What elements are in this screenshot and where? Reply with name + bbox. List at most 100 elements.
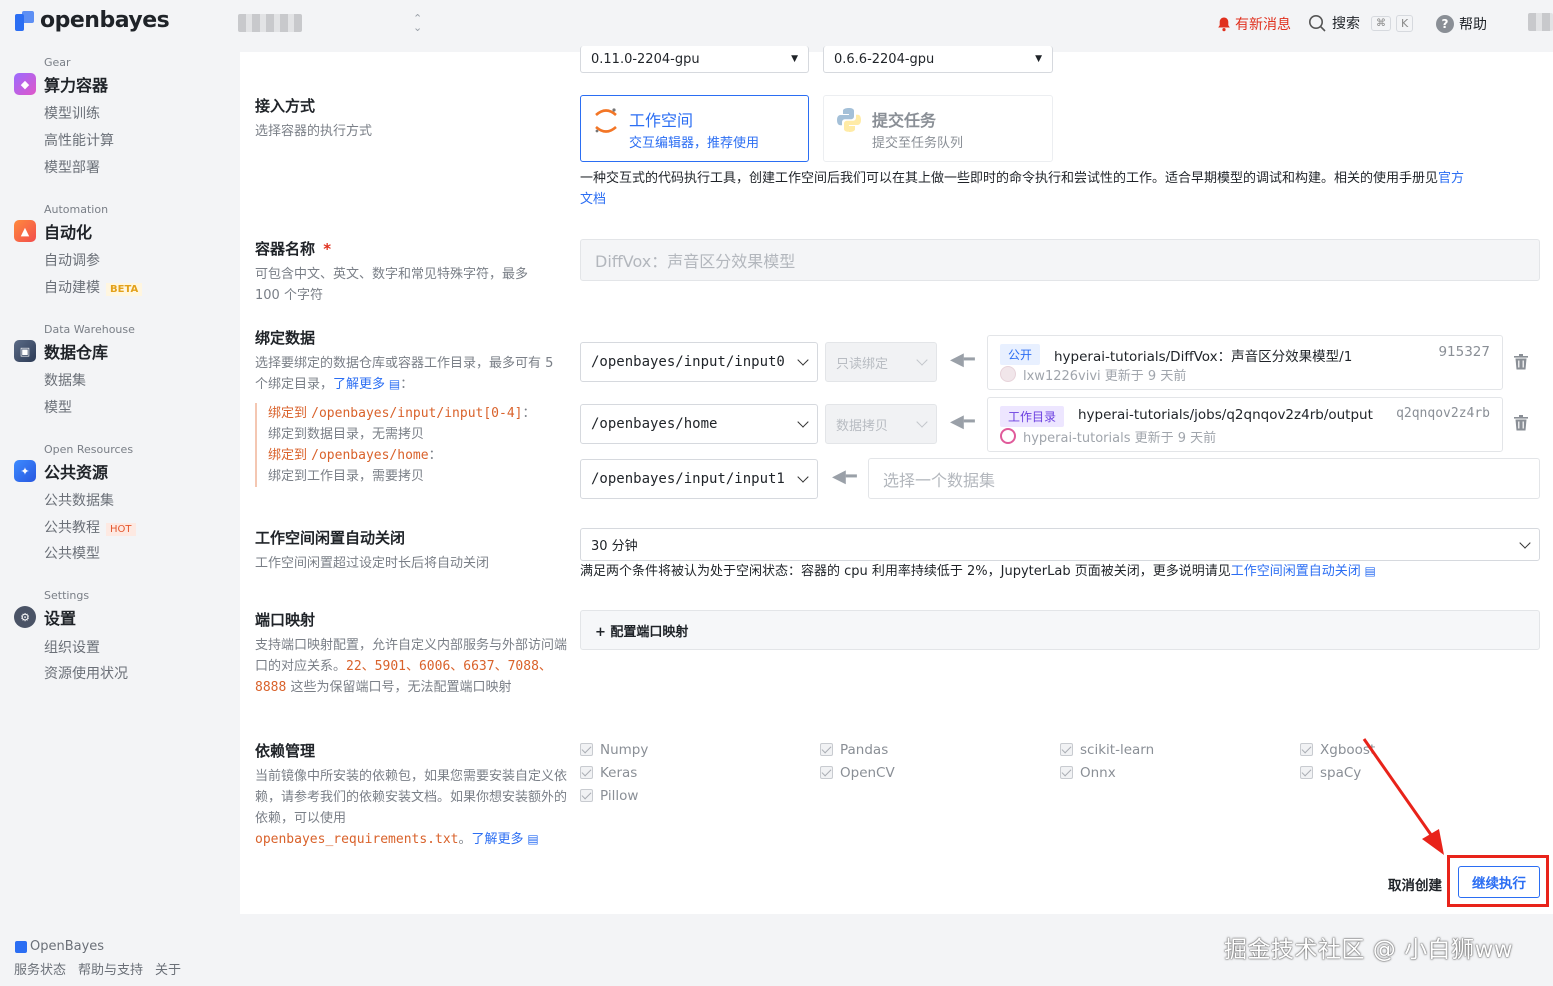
output-id: q2qnqov2z4rb	[1396, 406, 1490, 421]
bind-path-select-2[interactable]: /openbayes/home	[580, 404, 818, 444]
footer-link-about[interactable]: 关于	[155, 959, 181, 978]
bind-mode-select-2[interactable]: 数据拷贝	[825, 404, 937, 444]
jupyter-icon	[595, 108, 617, 133]
arrow-left-icon: ◀━	[832, 466, 857, 487]
search-trigger[interactable]: 搜索 ⌘ K	[1308, 13, 1414, 33]
sidebar-group-gear[interactable]: ◆ 算力容器	[14, 72, 108, 96]
user-avatar-redacted[interactable]	[1528, 13, 1553, 31]
docs-link[interactable]: 官方	[1438, 171, 1464, 186]
hint-path-home: /openbayes/home	[311, 448, 429, 463]
bind-path-select-3[interactable]: /openbayes/input/input1	[580, 459, 818, 499]
arrow-left-icon: ◀━	[950, 411, 975, 432]
idle-title: 工作空间闲置自动关闭	[255, 529, 406, 547]
dep-keras: Keras	[580, 765, 637, 781]
container-name-input[interactable]: DiffVox：声音区分效果模型	[580, 239, 1540, 281]
dataset-name: hyperai-tutorials/DiffVox：声音区分效果模型/1	[1054, 349, 1353, 365]
dataset-id: 915327	[1438, 344, 1490, 360]
caret-down-icon: ▼	[791, 54, 798, 64]
annotation-arrow-icon	[1362, 738, 1444, 855]
trash-icon[interactable]	[1514, 415, 1528, 431]
caret-down-icon: ▼	[1035, 54, 1042, 64]
help-link[interactable]: ? 帮助	[1436, 14, 1487, 34]
idle-desc: 工作空间闲置超过设定时长后将自动关闭	[255, 556, 490, 571]
sidebar-item-public-tutorials[interactable]: 公共教程 HOT	[44, 517, 136, 537]
sidebar-item-automl-label: 自动建模	[44, 280, 100, 296]
sidebar-item-usage[interactable]: 资源使用状况	[44, 663, 128, 683]
sidebar-item-datasets[interactable]: 数据集	[44, 370, 86, 390]
idle-timeout-select[interactable]: 30 分钟	[580, 528, 1540, 561]
dep-numpy: Numpy	[580, 742, 648, 758]
footer-links: 服务状态 帮助与支持 关于	[14, 959, 181, 978]
workspace-option[interactable]: 工作空间 交互编辑器，推荐使用	[580, 95, 809, 162]
continue-button[interactable]: 继续执行	[1458, 866, 1540, 898]
sidebar-caption-warehouse: Data Warehouse	[44, 323, 135, 336]
checkbox-checked-icon	[1300, 743, 1313, 756]
sidebar-caption-automation: Automation	[44, 203, 109, 216]
avatar	[1000, 428, 1016, 444]
openbayes-logo-icon	[14, 10, 36, 32]
org-name-redacted[interactable]	[238, 14, 302, 32]
output-name: hyperai-tutorials/jobs/q2qnqov2z4rb/outp…	[1078, 407, 1373, 423]
deps-learn-more-link[interactable]: 了解更多	[472, 832, 524, 847]
workdir-badge: 工作目录	[1000, 406, 1065, 427]
chevron-down-icon	[916, 354, 928, 366]
footer-link-help[interactable]: 帮助与支持	[78, 959, 143, 978]
checkbox-checked-icon	[580, 743, 593, 756]
docs-link-cont[interactable]: 文档	[580, 192, 606, 207]
bind-mode-select-1[interactable]: 只读绑定	[825, 342, 937, 382]
dataset-card-2[interactable]: 工作目录 hyperai-tutorials/jobs/q2qnqov2z4rb…	[987, 397, 1503, 452]
public-badge: 公开	[1000, 344, 1041, 365]
sidebar-item-models[interactable]: 模型	[44, 397, 72, 417]
sidebar-group-open[interactable]: ✦ 公共资源	[14, 459, 108, 483]
sidebar-item-org-settings[interactable]: 组织设置	[44, 637, 100, 657]
task-option[interactable]: 提交任务 提交至任务队列	[823, 95, 1053, 162]
top-bar: openbayes ⌃ ⌄ 有新消息 搜索 ⌘ K ? 帮助	[0, 0, 1553, 52]
trash-icon[interactable]	[1514, 354, 1528, 370]
python-icon	[837, 108, 861, 132]
image-select-1[interactable]: 0.11.0-2204-gpu ▼	[580, 46, 809, 73]
footer-link-status[interactable]: 服务状态	[14, 959, 66, 978]
dataset-picker-input[interactable]: 选择一个数据集	[868, 458, 1540, 499]
workspace-option-title: 工作空间	[629, 111, 694, 130]
sidebar-item-autotune[interactable]: 自动调参	[44, 250, 100, 270]
checkbox-checked-icon	[1060, 766, 1073, 779]
sidebar-item-training[interactable]: 模型训练	[44, 103, 100, 123]
sidebar-group-automation[interactable]: ▲ 自动化	[14, 219, 92, 243]
sidebar-item-hpc[interactable]: 高性能计算	[44, 130, 114, 150]
bind-learn-more-link[interactable]: 了解更多	[333, 377, 385, 392]
sidebar-item-public-models[interactable]: 公共模型	[44, 543, 100, 563]
ports-desc: 支持端口映射配置，允许自定义内部服务与外部访问端口的对应关系。22、5901、6…	[255, 638, 568, 695]
dep-onnx: Onnx	[1060, 765, 1116, 781]
hint-path-input: /openbayes/input/input[0-4]	[311, 406, 523, 421]
chevron-down-icon	[797, 354, 809, 366]
kbd-cmd: ⌘	[1371, 15, 1391, 31]
cancel-create-button[interactable]: 取消创建	[1388, 874, 1442, 894]
access-desc: 选择容器的执行方式	[255, 124, 373, 139]
container-name-title: 容器名称 *	[255, 240, 332, 258]
openbayes-logo[interactable]: openbayes	[14, 8, 170, 33]
dataset-owner: lxw1226vivi 更新于 9 天前	[1023, 369, 1187, 384]
requirements-file: openbayes_requirements.txt	[255, 832, 459, 847]
warehouse-icon: ▣	[14, 340, 36, 362]
sidebar-group-settings[interactable]: ⚙ 设置	[14, 605, 76, 629]
configure-ports-button[interactable]: + 配置端口映射	[580, 610, 1540, 650]
image-select-2[interactable]: 0.6.6-2204-gpu ▼	[823, 46, 1053, 73]
idle-docs-link[interactable]: 工作空间闲置自动关闭	[1231, 564, 1361, 579]
notice-link[interactable]: 有新消息	[1216, 14, 1291, 34]
dataset-card-1[interactable]: 公开 hyperai-tutorials/DiffVox：声音区分效果模型/1 …	[987, 335, 1503, 390]
sidebar-group-warehouse[interactable]: ▣ 数据仓库	[14, 339, 108, 363]
sidebar-item-deploy[interactable]: 模型部署	[44, 157, 100, 177]
checkbox-checked-icon	[580, 789, 593, 802]
footer-brand: OpenBayes	[15, 939, 104, 954]
org-switch-icon[interactable]: ⌃ ⌄	[413, 13, 422, 33]
bind-path-select-1[interactable]: /openbayes/input/input0	[580, 342, 818, 382]
sidebar-item-public-datasets[interactable]: 公共数据集	[44, 490, 114, 510]
checkbox-checked-icon	[1300, 766, 1313, 779]
checkbox-checked-icon	[580, 766, 593, 779]
required-mark: *	[323, 240, 332, 258]
sidebar-item-automl[interactable]: 自动建模 BETA	[44, 277, 143, 297]
access-note: 一种交互式的代码执行工具，创建工作空间后我们可以在其上做一些即时的命令执行和尝试…	[580, 171, 1465, 207]
chevron-down-icon	[1519, 536, 1531, 549]
hot-badge: HOT	[106, 523, 136, 536]
dep-spacy: spaCy	[1300, 765, 1361, 781]
